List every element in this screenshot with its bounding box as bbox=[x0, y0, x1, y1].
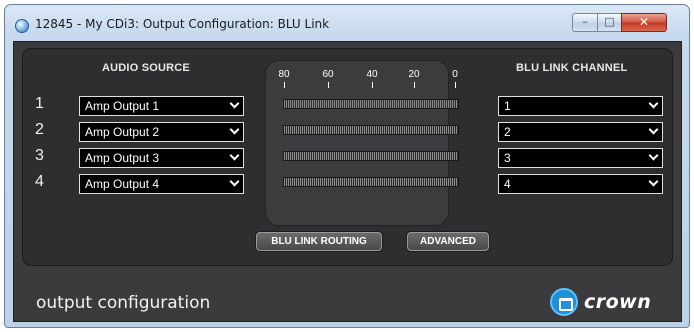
maximize-button[interactable]: □ bbox=[597, 13, 622, 32]
minimize-button[interactable]: – bbox=[572, 13, 598, 32]
chevron-down-icon bbox=[229, 124, 240, 135]
app-globe-icon bbox=[15, 19, 29, 33]
title-bar[interactable]: 12845 - My CDi3: Output Configuration: B… bbox=[5, 5, 689, 39]
scale-tick bbox=[414, 82, 415, 88]
blu-link-channel-select-1[interactable]: 1 bbox=[498, 96, 663, 116]
chevron-down-icon bbox=[229, 98, 240, 109]
level-meter-3 bbox=[283, 151, 459, 161]
scale-label-80: 80 bbox=[278, 69, 290, 80]
crown-logo-icon bbox=[550, 288, 578, 316]
scale-tick bbox=[455, 82, 456, 88]
brand-logo-text: crown bbox=[584, 291, 652, 313]
configuration-panel: AUDIO SOURCE BLU LINK CHANNEL 1 Amp Outp… bbox=[22, 48, 673, 266]
scale-tick bbox=[372, 82, 373, 88]
audio-source-header: AUDIO SOURCE bbox=[102, 62, 190, 74]
app-window: 12845 - My CDi3: Output Configuration: B… bbox=[4, 4, 690, 328]
scale-label-40: 40 bbox=[366, 69, 378, 80]
row-number-4: 4 bbox=[35, 173, 44, 190]
row-number-1: 1 bbox=[35, 95, 44, 112]
chevron-down-icon bbox=[648, 124, 659, 135]
level-meter-1 bbox=[283, 99, 459, 109]
advanced-button[interactable]: ADVANCED bbox=[407, 232, 489, 251]
blu-link-channel-select-4[interactable]: 4 bbox=[498, 174, 663, 194]
chevron-down-icon bbox=[648, 98, 659, 109]
window-title: 12845 - My CDi3: Output Configuration: B… bbox=[35, 17, 330, 31]
scale-tick bbox=[284, 82, 285, 88]
blu-link-channel-value-2: 2 bbox=[504, 125, 511, 139]
audio-source-value-1: Amp Output 1 bbox=[85, 99, 160, 113]
chevron-down-icon bbox=[648, 176, 659, 187]
chevron-down-icon bbox=[648, 150, 659, 161]
blu-link-channel-select-2[interactable]: 2 bbox=[498, 122, 663, 142]
level-meter-2 bbox=[283, 125, 459, 135]
blu-link-channel-select-3[interactable]: 3 bbox=[498, 148, 663, 168]
scale-label-20: 20 bbox=[408, 69, 420, 80]
chevron-down-icon bbox=[229, 176, 240, 187]
client-area: AUDIO SOURCE BLU LINK CHANNEL 1 Amp Outp… bbox=[13, 41, 682, 322]
scale-label-60: 60 bbox=[322, 69, 334, 80]
audio-source-value-2: Amp Output 2 bbox=[85, 125, 160, 139]
audio-source-value-4: Amp Output 4 bbox=[85, 177, 160, 191]
scale-label-0: 0 bbox=[452, 69, 458, 80]
row-number-3: 3 bbox=[35, 147, 44, 164]
blu-link-channel-header: BLU LINK CHANNEL bbox=[516, 62, 628, 74]
blu-link-channel-value-3: 3 bbox=[504, 151, 511, 165]
level-meter-4 bbox=[283, 177, 459, 187]
row-number-2: 2 bbox=[35, 121, 44, 138]
level-meter-box: 80 60 40 20 0 bbox=[265, 60, 459, 226]
audio-source-select-4[interactable]: Amp Output 4 bbox=[79, 174, 244, 194]
audio-source-value-3: Amp Output 3 bbox=[85, 151, 160, 165]
audio-source-select-2[interactable]: Amp Output 2 bbox=[79, 122, 244, 142]
close-button[interactable]: ✕ bbox=[621, 13, 667, 32]
audio-source-select-1[interactable]: Amp Output 1 bbox=[79, 96, 244, 116]
blu-link-routing-button[interactable]: BLU LINK ROUTING bbox=[256, 232, 382, 251]
audio-source-select-3[interactable]: Amp Output 3 bbox=[79, 148, 244, 168]
section-title: output configuration bbox=[36, 293, 211, 313]
chevron-down-icon bbox=[229, 150, 240, 161]
blu-link-channel-value-4: 4 bbox=[504, 177, 511, 191]
scale-tick bbox=[328, 82, 329, 88]
blu-link-channel-value-1: 1 bbox=[504, 99, 511, 113]
